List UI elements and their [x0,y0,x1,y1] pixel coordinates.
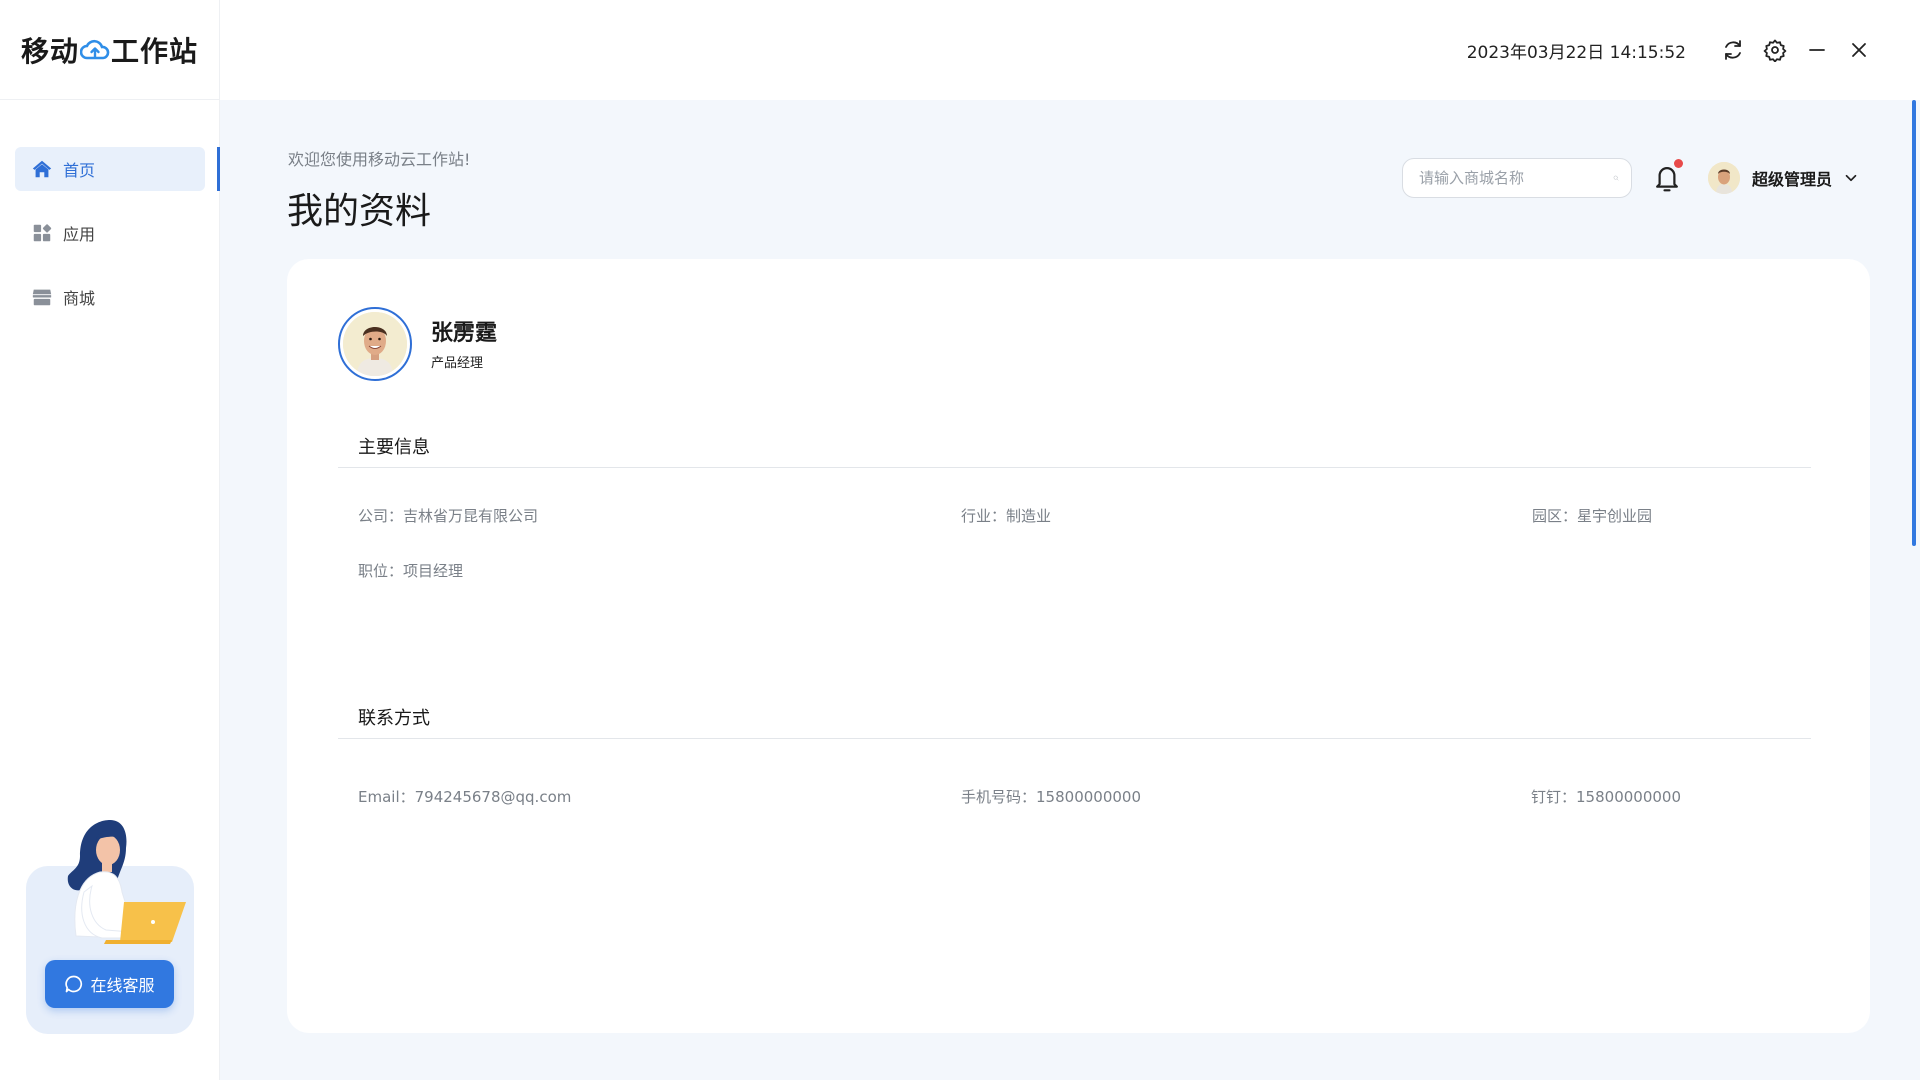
top-bar: 移动 工作站 2023年03月22日 14:15:52 [0,0,1920,100]
section-divider [338,467,1811,468]
settings-button[interactable] [1754,29,1796,71]
field-park: 园区：星宇创业园 [1532,507,1653,525]
sidebar-item-label: 商城 [63,289,96,308]
store-icon [32,289,52,306]
page-title: 我的资料 [287,191,432,232]
field-mobile: 手机号码：15800000000 [961,788,1141,806]
gear-icon [1763,39,1787,62]
section-title-main-info: 主要信息 [358,437,430,458]
minimize-button[interactable] [1796,29,1838,71]
app-logo: 移动 工作站 [0,0,220,100]
chevron-down-icon [1845,174,1857,182]
user-menu[interactable]: 超级管理员 [1708,160,1860,196]
active-indicator [217,147,220,191]
chat-bubble-icon [65,975,83,993]
avatar-face-icon [1708,162,1740,194]
refresh-icon [1725,40,1741,60]
sidebar-item-home[interactable]: 首页 [15,147,205,191]
notification-badge [1674,159,1683,168]
field-dingtalk: 钉钉：15800000000 [1531,788,1681,806]
search-icon[interactable] [1613,167,1619,189]
field-email: Email：794245678@qq.com [358,788,572,806]
window-controls: 2023年03月22日 14:15:52 [1467,0,1880,100]
profile-name: 张雳霆 [431,321,498,346]
profile-role: 产品经理 [431,356,484,371]
profile-photo [343,312,407,376]
sidebar-item-label: 首页 [63,161,96,180]
search-box [1402,158,1632,198]
apps-grid-icon [33,224,52,242]
close-button[interactable] [1838,29,1880,71]
datetime: 2023年03月22日 14:15:52 [1466,42,1686,63]
logo-text-left: 移动 [20,34,79,68]
sidebar-item-store[interactable]: 商城 [15,275,205,319]
support-illustration [67,820,186,944]
field-company: 公司：吉林省万昆有限公司 [358,507,539,525]
close-icon [1852,43,1866,57]
section-title-contact: 联系方式 [358,708,430,729]
refresh-button[interactable] [1712,29,1754,71]
user-avatar [1708,162,1740,194]
profile-card: 张雳霆 产品经理 主要信息 公司：吉林省万昆有限公司 行业：制造业 园区：星宇创… [287,259,1870,1033]
field-industry: 行业：制造业 [961,507,1052,525]
sidebar-item-apps[interactable]: 应用 [15,211,205,255]
online-support-button[interactable]: 在线客服 [45,960,174,1008]
minimize-icon [1809,49,1825,51]
scrollbar[interactable] [1912,100,1916,546]
cloud-upload-icon [80,39,110,59]
store-search-input[interactable] [1419,169,1613,187]
logo-text-right: 工作站 [111,34,199,68]
profile-avatar [338,307,412,381]
field-position: 职位：项目经理 [358,562,464,580]
support-button-label: 在线客服 [90,976,155,995]
home-icon [32,160,52,178]
user-name: 超级管理员 [1752,170,1833,189]
section-divider [338,738,1811,739]
sidebar-item-label: 应用 [63,225,96,244]
welcome-text: 欢迎您使用移动云工作站! [288,150,471,169]
